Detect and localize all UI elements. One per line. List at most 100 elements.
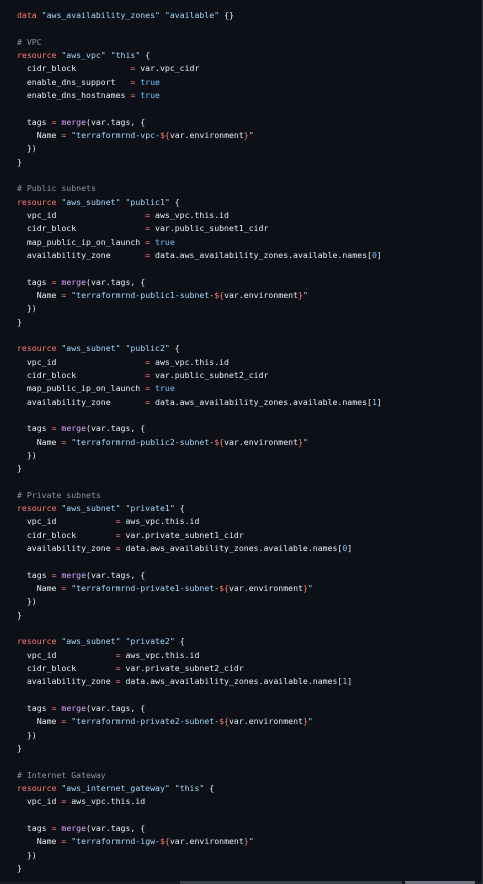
code-token: "aws_subnet"	[61, 503, 121, 514]
code-token: "aws_subnet"	[61, 636, 121, 647]
code-line: enable_dns_hostnames = true	[0, 89, 482, 102]
code-token: tags	[17, 569, 52, 580]
code-token: "aws_subnet"	[61, 196, 121, 207]
code-line: enable_dns_support = true	[0, 76, 482, 89]
code-token: }	[17, 316, 22, 327]
code-token: })	[17, 303, 37, 314]
code-line: Name = "terraformrnd-private2-subnet-${v…	[0, 715, 482, 728]
code-token: true	[140, 76, 160, 87]
code-line: }	[0, 316, 482, 329]
code-token: cidr_block	[17, 663, 116, 674]
code-token: (var.tags, {	[86, 423, 146, 434]
code-line: tags = merge(var.tags, {	[0, 702, 482, 715]
code-token: "public2"	[125, 343, 170, 354]
code-token: enable_dns_hostnames	[17, 89, 131, 100]
code-token: resource	[17, 783, 57, 794]
code-line: map_public_ip_on_launch = true	[0, 382, 482, 395]
code-token: data	[17, 10, 37, 20]
code-token: var.environment	[169, 129, 244, 140]
code-token: }	[17, 609, 22, 620]
code-token: Name	[17, 583, 62, 594]
code-line: })	[0, 849, 482, 862]
code-token: Name	[17, 436, 62, 447]
code-token: "terraformrnd-vpc-	[71, 129, 160, 140]
code-token: tags	[17, 823, 52, 834]
code-token: map_public_ip_on_launch	[17, 383, 146, 394]
code-line: # Private subnets	[0, 489, 482, 502]
code-token: data.aws_availability_zones.available.na…	[120, 676, 343, 687]
code-line: cidr_block = var.public_subnet1_cidr	[0, 222, 482, 235]
code-line: resource "aws_subnet" "private2" {	[0, 635, 482, 648]
code-token: data.aws_availability_zones.available.na…	[150, 396, 372, 407]
code-line: })	[0, 449, 482, 462]
code-editor[interactable]: data "aws_availability_zones" "available…	[0, 0, 483, 884]
code-line: tags = merge(var.tags, {	[0, 569, 482, 582]
code-token: "available"	[164, 10, 220, 20]
code-token: var.vpc_cidr	[135, 63, 200, 74]
code-token: ]	[347, 676, 353, 687]
code-token: merge	[61, 423, 87, 434]
code-token: # Internet Gateway	[17, 769, 106, 780]
code-token: }	[17, 156, 22, 167]
code-token: })	[17, 143, 37, 154]
code-token: "	[248, 836, 254, 847]
code-token: var.environment	[224, 289, 299, 300]
code-token: {	[140, 49, 151, 60]
code-token: "this"	[174, 783, 205, 794]
code-token: {	[169, 343, 180, 354]
code-token: "private1"	[125, 503, 175, 514]
code-token: "public1"	[125, 196, 170, 207]
code-line: resource "aws_subnet" "public1" {	[0, 196, 482, 209]
code-body: data "aws_availability_zones" "available…	[0, 9, 482, 875]
code-token: })	[17, 449, 37, 460]
code-token: ${	[159, 129, 170, 140]
code-line: availability_zone = data.aws_availabilit…	[0, 249, 482, 262]
code-line: }	[0, 862, 482, 875]
code-token: resource	[17, 49, 57, 60]
code-line: availability_zone = data.aws_availabilit…	[0, 542, 482, 555]
code-token: resource	[17, 343, 57, 354]
code-line: resource "aws_subnet" "public2" {	[0, 342, 482, 355]
code-token: Name	[17, 289, 62, 300]
code-token: vpc_id	[17, 796, 62, 807]
code-line: Name = "terraformrnd-public1-subnet-${va…	[0, 289, 482, 302]
code-line: cidr_block = var.public_subnet2_cidr	[0, 369, 482, 382]
code-line: }	[0, 462, 482, 475]
code-token: "this"	[110, 49, 141, 60]
code-token: availability_zone	[17, 676, 116, 687]
code-token: merge	[61, 569, 87, 580]
code-token: aws_vpc.this.id	[150, 209, 229, 220]
code-token: Name	[17, 716, 62, 727]
code-line: }	[0, 609, 482, 622]
code-token: map_public_ip_on_launch	[17, 236, 146, 247]
code-token: true	[155, 236, 175, 247]
code-line: tags = merge(var.tags, {	[0, 822, 482, 835]
code-token: aws_vpc.this.id	[66, 796, 146, 807]
code-token: "terraformrnd-public2-subnet-	[71, 436, 215, 447]
code-token: "	[248, 129, 254, 140]
code-token: resource	[17, 636, 57, 647]
code-token: ${	[159, 836, 170, 847]
code-token: {	[174, 636, 185, 647]
code-token: true	[140, 89, 160, 100]
code-line: Name = "terraformrnd-private1-subnet-${v…	[0, 582, 482, 595]
code-token: {}	[219, 10, 234, 20]
code-token: "aws_availability_zones"	[41, 10, 160, 20]
code-token: merge	[61, 116, 87, 127]
code-token: vpc_id	[17, 356, 146, 367]
code-token: vpc_id	[17, 516, 116, 527]
code-line: tags = merge(var.tags, {	[0, 276, 482, 289]
code-token: enable_dns_support	[17, 76, 131, 87]
code-token: "	[302, 289, 308, 300]
code-token: (var.tags, {	[86, 823, 146, 834]
code-token: tags	[17, 703, 52, 714]
code-token: data.aws_availability_zones.available.na…	[120, 543, 343, 554]
code-token: }	[17, 743, 22, 754]
code-line: vpc_id = aws_vpc.this.id	[0, 515, 482, 528]
